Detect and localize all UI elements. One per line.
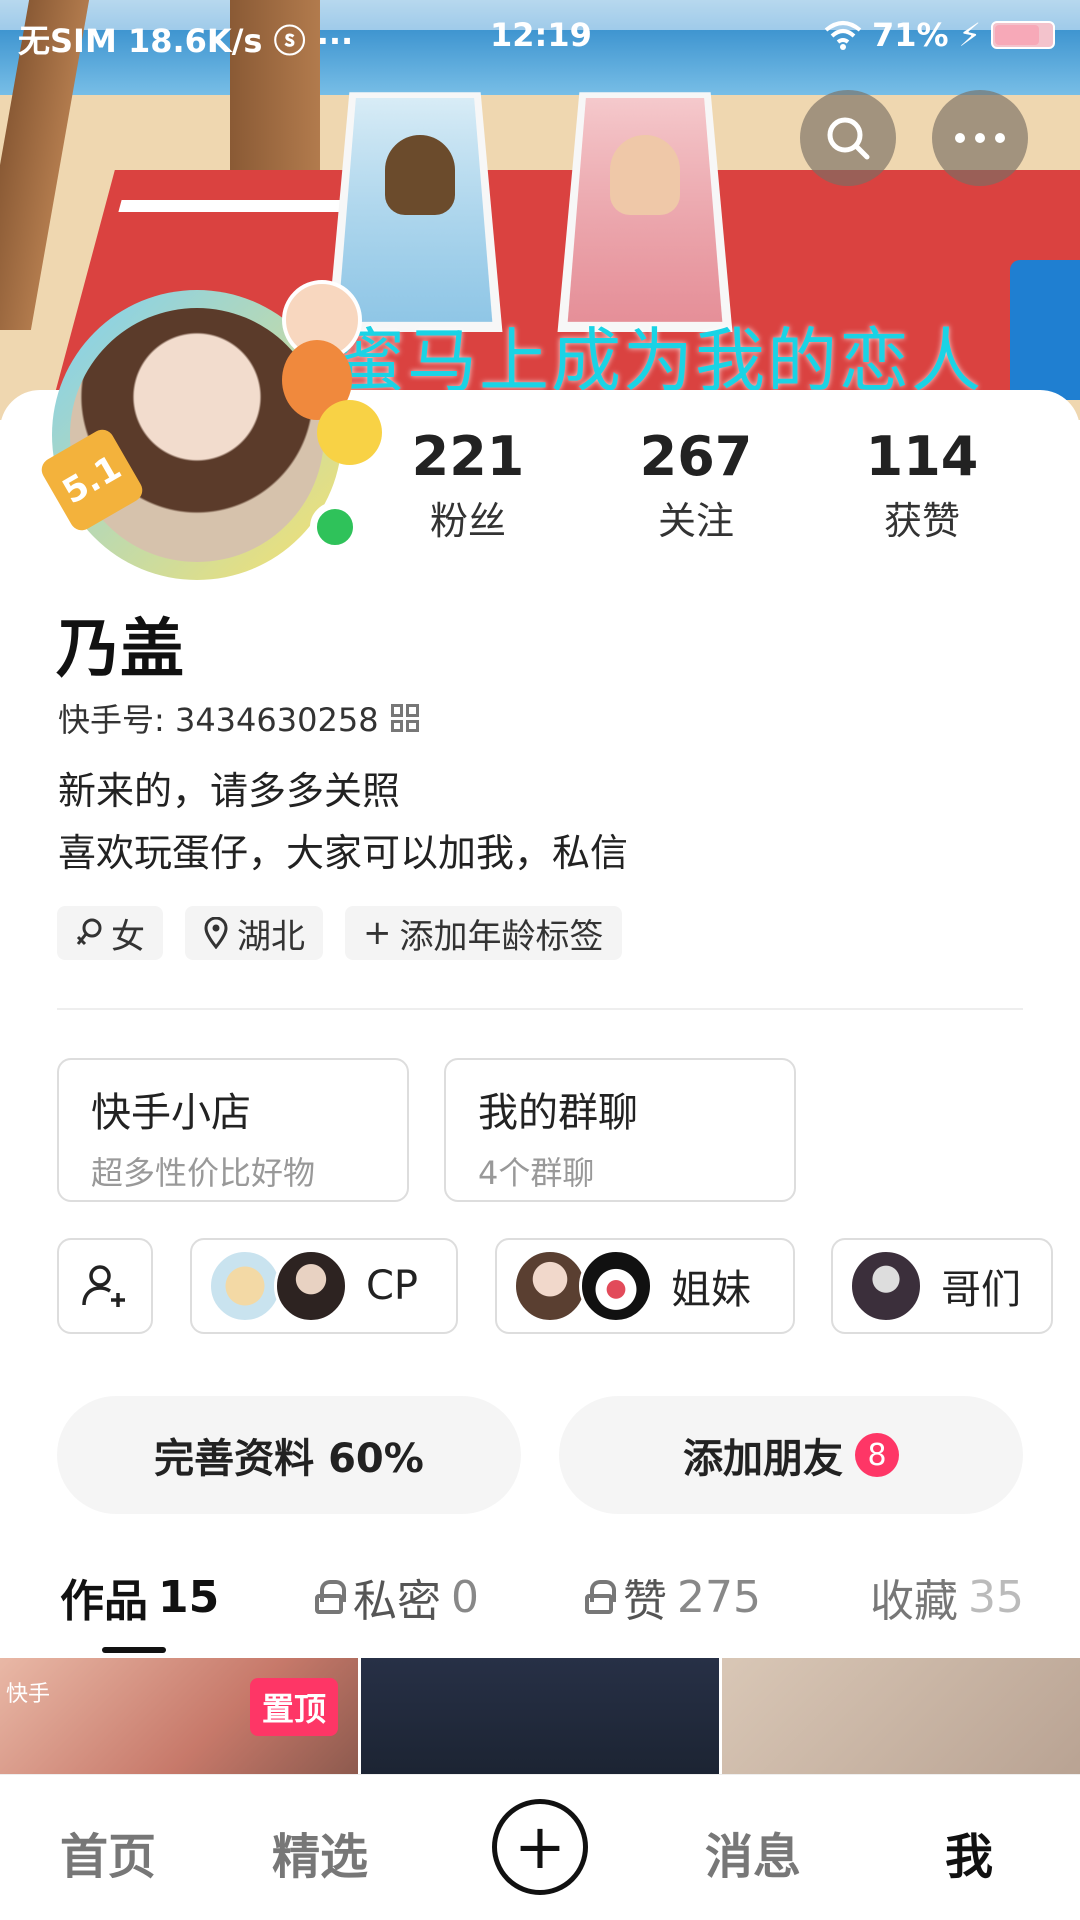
tab-favorites-count: 35	[968, 1571, 1024, 1623]
stat-likes[interactable]: 114 获赞	[822, 425, 1022, 545]
tab-private[interactable]: 私密 0	[315, 1565, 479, 1629]
add-relation-button[interactable]	[57, 1238, 153, 1334]
stat-fans-label: 粉丝	[429, 499, 506, 543]
bio-line-1: 新来的，请多多关照	[58, 769, 401, 813]
brother-avatar-1	[849, 1249, 923, 1323]
tab-private-label: 私密	[353, 1576, 441, 1627]
stat-likes-count: 114	[865, 425, 979, 488]
plus-icon: +	[514, 1810, 566, 1883]
tab-favorites[interactable]: 收藏 35	[870, 1565, 1024, 1629]
lock-icon	[585, 1580, 616, 1614]
banner-doll-right	[610, 135, 680, 215]
tab-indicator	[102, 1647, 166, 1653]
profile-name: 乃盖	[56, 613, 184, 687]
bottom-navigation: 首页 精选 + 消息 我	[0, 1774, 1080, 1920]
nav-messages[interactable]: 消息	[705, 1817, 801, 1887]
battery-icon	[991, 21, 1055, 49]
relation-brothers[interactable]: 哥们	[831, 1238, 1053, 1334]
plus-icon: +	[363, 913, 392, 953]
stat-following-count: 267	[639, 425, 753, 488]
nav-home[interactable]: 首页	[60, 1817, 156, 1887]
profile-tags: 女 湖北 + 添加年龄标签	[57, 906, 622, 960]
works-grid: 快手 置顶	[0, 1658, 1080, 1774]
add-friend-badge: 8	[855, 1433, 899, 1477]
wifi-icon	[824, 21, 862, 50]
online-status-dot	[310, 502, 360, 552]
divider	[57, 1008, 1023, 1010]
nav-me[interactable]: 我	[945, 1817, 993, 1887]
thumbnail-caption: 快手	[6, 1682, 51, 1707]
lock-icon	[315, 1580, 346, 1614]
add-friend-label: 添加朋友	[683, 1436, 843, 1482]
tab-private-count: 0	[451, 1571, 479, 1623]
shop-title: 快手小店	[91, 1090, 251, 1136]
relation-chips: CP 姐妹 哥们	[0, 1238, 1080, 1334]
charging-icon: ⚡	[958, 16, 981, 54]
kuaishou-id: 快手号: 3434630258	[58, 701, 379, 739]
bio-line-2: 喜欢玩蛋仔，大家可以加我，私信	[58, 831, 629, 875]
status-left: 无SIM 18.6K/s ⓢ ···	[18, 22, 354, 60]
sister-avatar-1	[513, 1249, 587, 1323]
status-time: 12:19	[490, 16, 592, 54]
banner-doll-left	[385, 135, 455, 215]
tag-add-age-label: 添加年龄标签	[399, 916, 604, 957]
stat-fans-count: 221	[411, 425, 525, 488]
relation-cp[interactable]: CP	[190, 1238, 458, 1334]
profile-bio: 新来的，请多多关照 喜欢玩蛋仔，大家可以加我，私信	[58, 760, 628, 884]
relation-cp-label: CP	[366, 1263, 419, 1309]
status-right: 71% ⚡	[824, 16, 1055, 54]
more-dots-icon	[955, 133, 1005, 143]
battery-percent: 71%	[871, 16, 949, 54]
tag-add-age[interactable]: + 添加年龄标签	[345, 906, 622, 960]
tab-favorites-label: 收藏	[870, 1576, 958, 1627]
work-thumbnail[interactable]	[361, 1658, 719, 1774]
work-thumbnail[interactable]	[722, 1658, 1080, 1774]
create-button[interactable]: +	[492, 1799, 588, 1895]
tab-liked-count: 275	[677, 1571, 761, 1623]
stat-likes-label: 获赞	[883, 499, 960, 543]
shop-subtitle: 超多性价比好物	[91, 1154, 316, 1192]
qr-code-icon[interactable]	[390, 704, 419, 732]
group-subtitle: 4个群聊	[478, 1154, 595, 1192]
kuaishou-shop-card[interactable]: 快手小店 超多性价比好物	[57, 1058, 409, 1202]
tag-location-label: 湖北	[237, 916, 305, 957]
avatar[interactable]: 5.1	[37, 280, 382, 580]
more-button[interactable]	[932, 90, 1028, 186]
sister-avatar-2	[579, 1249, 653, 1323]
search-icon	[827, 117, 870, 160]
stat-following[interactable]: 267 关注	[596, 425, 796, 545]
female-icon	[76, 918, 102, 946]
tab-works[interactable]: 作品 15	[60, 1565, 219, 1629]
tag-location[interactable]: 湖北	[185, 906, 323, 960]
tab-liked[interactable]: 赞 275	[585, 1565, 761, 1629]
relation-brothers-label: 哥们	[941, 1267, 1021, 1313]
cp-avatar-1	[208, 1249, 282, 1323]
group-title: 我的群聊	[478, 1090, 638, 1136]
kuaishou-id-row[interactable]: 快手号: 3434630258	[58, 695, 419, 741]
add-person-icon	[82, 1265, 125, 1307]
work-thumbnail[interactable]: 快手 置顶	[0, 1658, 358, 1774]
content-tabs: 作品 15 私密 0 赞 275 收藏 35	[0, 1565, 1080, 1655]
status-bar: 无SIM 18.6K/s ⓢ ··· 12:19 71% ⚡	[0, 0, 1080, 72]
search-button[interactable]	[800, 90, 896, 186]
tag-gender-label: 女	[111, 916, 145, 957]
add-friend-button[interactable]: 添加朋友 8	[559, 1396, 1023, 1514]
nav-featured[interactable]: 精选	[272, 1817, 368, 1887]
tag-gender[interactable]: 女	[57, 906, 163, 960]
stat-fans[interactable]: 221 粉丝	[368, 425, 568, 545]
tab-works-count: 15	[158, 1571, 220, 1623]
tab-liked-label: 赞	[623, 1576, 667, 1627]
stat-following-label: 关注	[657, 499, 734, 543]
relation-sisters-label: 姐妹	[671, 1267, 751, 1313]
complete-profile-label: 完善资料 60%	[154, 1436, 424, 1482]
tab-works-label: 作品	[60, 1576, 148, 1627]
cp-avatar-2	[274, 1249, 348, 1323]
complete-profile-button[interactable]: 完善资料 60%	[57, 1396, 521, 1514]
group-chat-card[interactable]: 我的群聊 4个群聊	[444, 1058, 796, 1202]
banner-blue-object	[1010, 260, 1080, 400]
location-pin-icon	[204, 917, 228, 949]
pinned-badge: 置顶	[249, 1678, 338, 1736]
relation-sisters[interactable]: 姐妹	[495, 1238, 795, 1334]
